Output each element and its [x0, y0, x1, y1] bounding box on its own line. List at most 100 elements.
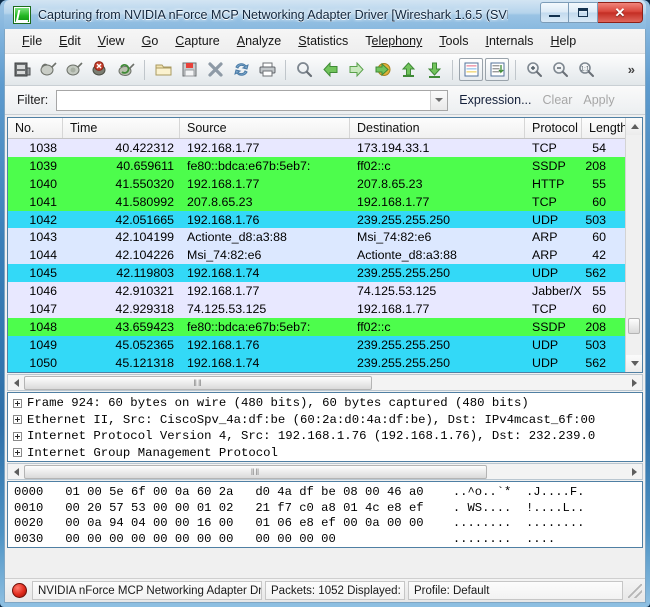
packet-detail-pane[interactable]: Frame 924: 60 bytes on wire (480 bits), …	[7, 392, 643, 462]
scroll-up-button[interactable]	[626, 118, 642, 135]
scroll-down-button[interactable]	[626, 355, 642, 372]
go-to-packet-icon[interactable]	[369, 57, 395, 83]
stop-capture-icon[interactable]	[87, 57, 113, 83]
expand-plus-icon[interactable]	[13, 431, 22, 441]
status-bar: NVIDIA nForce MCP Networking Adapter Dri…	[5, 578, 645, 602]
close-button[interactable]: ✕	[598, 2, 643, 23]
packet-no: 1047	[29, 301, 57, 316]
table-row[interactable]: 1043 42.104199 Actionte_d8:a3:88 Msi_74:82:…	[8, 228, 642, 247]
save-file-icon[interactable]	[176, 57, 202, 83]
scrollbar-thumb[interactable]: ‖‖	[24, 375, 372, 390]
scroll-right-button[interactable]	[626, 375, 642, 390]
table-row[interactable]: 1038 40.422312 192.168.1.77 173.194.33.1 TCP…	[8, 139, 642, 157]
zoom-out-icon[interactable]	[547, 57, 573, 83]
start-capture-icon[interactable]	[61, 57, 87, 83]
wireshark-fin-icon	[13, 5, 31, 24]
table-row[interactable]: 1044 42.104226 Msi_74:82:e6 Actionte_d8:a3:…	[8, 246, 642, 265]
scrollbar-thumb[interactable]	[628, 318, 640, 334]
expand-plus-icon[interactable]	[13, 448, 22, 458]
list-interfaces-icon[interactable]	[9, 57, 35, 83]
scroll-right-button[interactable]	[626, 464, 642, 479]
detail-row-ethernet[interactable]: Ethernet II, Src: CiscoSpv_4a:df:be (60:…	[10, 412, 642, 429]
expand-plus-icon[interactable]	[13, 398, 22, 408]
go-forward-icon[interactable]	[343, 57, 369, 83]
colorize-toggle-icon[interactable]	[459, 58, 483, 81]
menu-capture[interactable]: Capture	[167, 31, 228, 51]
packet-time: 40.422312	[115, 140, 174, 155]
table-row[interactable]: 1047 42.929318 74.125.53.125 192.168.1.77 TC…	[8, 300, 642, 318]
zoom-reset-icon[interactable]: 1:1	[573, 57, 599, 83]
menu-telephony[interactable]: Telephony	[357, 31, 431, 51]
menu-help[interactable]: Help	[542, 31, 585, 51]
status-profile-field[interactable]: Profile: Default	[408, 581, 623, 600]
menu-view[interactable]: View	[90, 31, 134, 51]
status-interface-field[interactable]: NVIDIA nForce MCP Networking Adapter Dri…	[32, 581, 262, 600]
packet-source: fe80::bdca:e67b:5eb7:	[187, 158, 311, 173]
go-back-icon[interactable]	[317, 57, 343, 83]
detail-row-text: Internet Group Management Protocol	[27, 445, 278, 460]
detail-pane-horizontal-scrollbar[interactable]: ‖‖	[7, 463, 643, 480]
packet-protocol: HTTP	[532, 176, 565, 191]
column-header-protocol[interactable]: Protocol	[525, 118, 582, 138]
filter-input[interactable]	[57, 90, 431, 110]
packet-source: 207.8.65.23	[187, 194, 253, 209]
scrollbar-thumb[interactable]: ‖‖	[24, 464, 487, 479]
find-packet-icon[interactable]	[291, 57, 317, 83]
minimize-icon	[549, 14, 560, 17]
table-row[interactable]: 1046 42.910321 192.168.1.77 74.125.53.125 Ja…	[8, 282, 642, 301]
open-file-icon[interactable]	[150, 57, 176, 83]
detail-row-ipv4[interactable]: Internet Protocol Version 4, Src: 192.16…	[10, 428, 642, 445]
close-file-icon[interactable]	[202, 57, 228, 83]
column-header-source[interactable]: Source	[180, 118, 350, 138]
toolbar-overflow-button[interactable]: »	[628, 62, 641, 77]
restart-capture-icon[interactable]	[113, 57, 139, 83]
column-header-time[interactable]: Time	[63, 118, 180, 138]
table-row[interactable]: 1041 41.580992 207.8.65.23 192.168.1.77 TCP 6…	[8, 192, 642, 211]
hex-row: 0000 01 00 5e 6f 00 0a 60 2a d0 4a df be…	[14, 485, 585, 499]
menu-go[interactable]: Go	[134, 31, 168, 51]
reload-icon[interactable]	[228, 57, 254, 83]
resize-grip-icon[interactable]	[628, 583, 642, 598]
packet-bytes-pane[interactable]: 0000 01 00 5e 6f 00 0a 60 2a d0 4a df be…	[7, 481, 643, 548]
table-row[interactable]: 1039 40.659611 fe80::bdca:e67b:5eb7: ff02::…	[8, 156, 642, 175]
minimize-button[interactable]	[540, 2, 569, 23]
table-row[interactable]: 1045 42.119803 192.168.1.74 239.255.255.250…	[8, 264, 642, 283]
table-row[interactable]: 1042 42.051665 192.168.1.76 239.255.255.250…	[8, 210, 642, 229]
filter-expression-button[interactable]: Expression...	[459, 93, 531, 107]
menu-analyze[interactable]: Analyze	[229, 31, 290, 51]
column-header-destination[interactable]: Destination	[350, 118, 525, 138]
autoscroll-toggle-icon[interactable]	[485, 58, 509, 81]
menu-internals[interactable]: Internals	[477, 31, 542, 51]
packet-list-horizontal-scrollbar[interactable]: ‖‖	[7, 374, 643, 391]
detail-row-igmp[interactable]: Internet Group Management Protocol	[10, 445, 642, 462]
menu-go-mnemonic: G	[141, 34, 152, 48]
scroll-left-button[interactable]	[8, 375, 24, 390]
filter-history-dropdown-button[interactable]	[430, 90, 448, 110]
table-row[interactable]: 1050 45.121318 192.168.1.74 239.255.255.250…	[8, 353, 642, 372]
table-row[interactable]: 1040 41.550320 192.168.1.77 207.8.65.23 HTTP…	[8, 174, 642, 193]
expand-plus-icon[interactable]	[13, 415, 22, 425]
column-header-no[interactable]: No.	[8, 118, 63, 138]
table-row[interactable]: 1049 45.052365 192.168.1.76 239.255.255.250…	[8, 335, 642, 354]
scrollbar-grip: ‖‖	[193, 377, 203, 388]
table-row[interactable]: 1048 43.659423 fe80::bdca:e67b:5eb7: ff02::…	[8, 317, 642, 336]
detail-row-frame[interactable]: Frame 924: 60 bytes on wire (480 bits), …	[10, 395, 642, 412]
menu-tools[interactable]: Tools	[431, 31, 477, 51]
capture-options-icon[interactable]	[35, 57, 61, 83]
print-icon[interactable]	[254, 57, 280, 83]
zoom-in-icon[interactable]	[521, 57, 547, 83]
filter-clear-button[interactable]: Clear	[543, 93, 573, 107]
menu-edit[interactable]: Edit	[51, 31, 90, 51]
menu-statistics[interactable]: Statistics	[290, 31, 357, 51]
maximize-button[interactable]	[569, 2, 598, 23]
go-last-packet-icon[interactable]	[421, 57, 447, 83]
table-row[interactable]: 105145.418680192.168.1.7772.165.61.176UD…	[8, 371, 642, 372]
scroll-left-button[interactable]	[8, 464, 24, 479]
capture-active-led-icon[interactable]	[12, 583, 27, 598]
filter-apply-button[interactable]: Apply	[583, 93, 614, 107]
packet-list-pane[interactable]: No. Time Source Destination Protocol Len…	[7, 117, 643, 373]
go-first-packet-icon[interactable]	[395, 57, 421, 83]
title-bar[interactable]: Capturing from NVIDIA nForce MCP Network…	[4, 0, 646, 29]
packet-list-vertical-scrollbar[interactable]	[625, 118, 642, 372]
menu-file[interactable]: File	[14, 31, 51, 51]
